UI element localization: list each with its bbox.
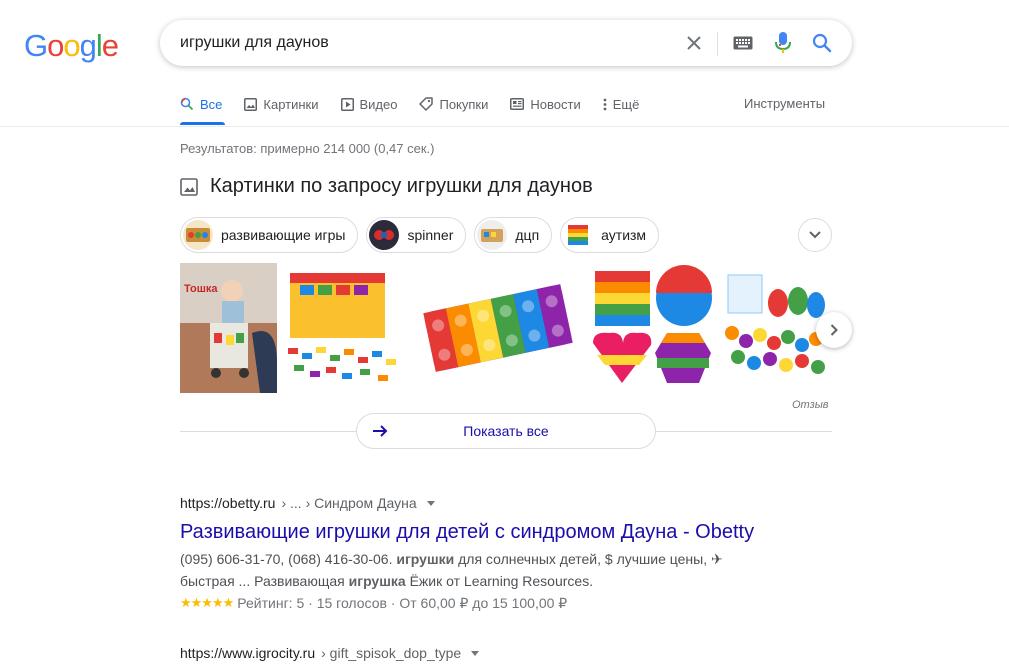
dropdown-arrow-icon[interactable] (471, 650, 480, 656)
keyboard-icon[interactable] (731, 31, 755, 55)
tab-label: Новости (530, 96, 581, 112)
image-result-1[interactable]: Тошка (180, 263, 277, 393)
chevron-right-icon (830, 324, 838, 336)
search-input[interactable]: игрушки для даунов (180, 34, 329, 52)
rating-text: Рейтинг: 5 · 15 голосов · От 60,00 ₽ до … (237, 595, 568, 611)
logo-letter: o (47, 28, 64, 63)
image-result-4[interactable] (587, 263, 715, 393)
tab-label: Ещё (612, 96, 640, 112)
chip-spinner[interactable]: spinner (366, 217, 467, 253)
image-result-5[interactable] (718, 263, 832, 393)
chips-expand-button[interactable] (798, 218, 832, 252)
chip-thumbnail (369, 220, 400, 250)
logo-letter: e (101, 28, 119, 63)
newspaper-icon (510, 98, 525, 110)
tag-icon (419, 97, 434, 111)
chip-autism[interactable]: аутизм (560, 217, 660, 253)
chevron-down-icon (809, 231, 821, 239)
chip-cp[interactable]: дцп (474, 217, 553, 253)
image-chips: развивающие игры spinner дцп аутизм (180, 217, 660, 253)
result-rating: ★★★★★ Рейтинг: 5 · 15 голосов · От 60,00… (180, 592, 760, 614)
search-tabs: Все Картинки Видео Покупки Новости Ещё (180, 92, 661, 126)
snippet-text: для солнечных детей, $ лучшие цены, ✈ (458, 551, 723, 567)
tab-news[interactable]: Новости (510, 92, 581, 116)
search-icon (180, 97, 194, 111)
tab-shopping[interactable]: Покупки (419, 92, 488, 116)
tab-more[interactable]: Ещё (603, 92, 640, 116)
search-icon[interactable] (810, 31, 834, 55)
google-logo[interactable]: Google (24, 28, 119, 64)
tab-all[interactable]: Все (180, 92, 222, 116)
chip-label: аутизм (601, 227, 647, 243)
snippet-text: (095) 606-31-70, (068) 416-30-06. (180, 551, 393, 567)
result-site: https://www.igrocity.ru (180, 645, 316, 661)
header-divider (0, 126, 1009, 127)
snippet-text: Ёжик от Learning Resources. (409, 573, 594, 589)
result-path: › gift_spisok_dop_type (321, 645, 462, 661)
microphone-icon[interactable] (771, 31, 795, 55)
result-path: › ... › Синдром Дауна (281, 495, 417, 511)
tools-button[interactable]: Инструменты (744, 96, 825, 111)
image-icon (180, 177, 198, 196)
tab-video[interactable]: Видео (340, 92, 398, 116)
snippet-text: быстрая ... Развивающая (180, 573, 345, 589)
clear-icon[interactable] (682, 31, 706, 55)
video-icon (340, 97, 354, 111)
search-result: https://www.igrocity.ru › gift_spisok_do… (180, 645, 480, 661)
chip-educational-games[interactable]: развивающие игры (180, 217, 359, 253)
show-all-button[interactable]: Показать все (356, 413, 656, 449)
image-result-3[interactable] (412, 263, 584, 393)
result-title[interactable]: Развивающие игрушки для детей с синдромо… (180, 519, 760, 545)
search-result: https://obetty.ru › ... › Синдром Дауна … (180, 495, 760, 614)
rating-stars: ★★★★★ (180, 595, 234, 610)
show-all-label: Показать все (463, 423, 549, 439)
more-vert-icon (603, 98, 607, 110)
image-caption: Тошка (184, 283, 218, 295)
search-box[interactable]: игрушки для даунов (160, 20, 852, 66)
image-result-2[interactable] (280, 263, 409, 393)
chip-thumbnail (563, 220, 594, 250)
tab-label: Покупки (439, 96, 489, 112)
logo-letter: o (63, 28, 80, 63)
snippet-highlight: игрушки (396, 551, 455, 567)
dropdown-arrow-icon[interactable] (426, 500, 435, 506)
tab-label: Все (200, 96, 223, 112)
snippet-highlight: игрушка (348, 573, 406, 589)
tab-images[interactable]: Картинки (244, 92, 319, 116)
chip-thumbnail (183, 220, 213, 250)
search-divider (717, 32, 718, 56)
result-snippet: (095) 606-31-70, (068) 416-30-06. игрушк… (180, 548, 760, 592)
feedback-link[interactable]: Отзыв (792, 399, 829, 411)
images-heading-text: Картинки по запросу игрушки для даунов (210, 175, 593, 197)
chip-label: spinner (407, 227, 454, 243)
image-icon (244, 97, 258, 111)
result-stats: Результатов: примерно 214 000 (0,47 сек.… (180, 141, 435, 156)
arrow-right-icon (371, 422, 389, 443)
result-url[interactable]: https://obetty.ru › ... › Синдром Дауна (180, 495, 760, 511)
active-tab-indicator (180, 122, 225, 125)
tab-label: Картинки (263, 96, 319, 112)
chip-label: развивающие игры (221, 227, 346, 243)
images-next-button[interactable] (816, 312, 852, 348)
chip-label: дцп (515, 227, 540, 243)
logo-letter: g (79, 28, 97, 63)
images-heading[interactable]: Картинки по запросу игрушки для даунов (180, 175, 593, 198)
tab-label: Видео (359, 96, 398, 112)
result-site: https://obetty.ru (180, 495, 276, 511)
result-url[interactable]: https://www.igrocity.ru › gift_spisok_do… (180, 645, 480, 661)
logo-letter: G (24, 28, 48, 63)
chip-thumbnail (477, 220, 508, 250)
